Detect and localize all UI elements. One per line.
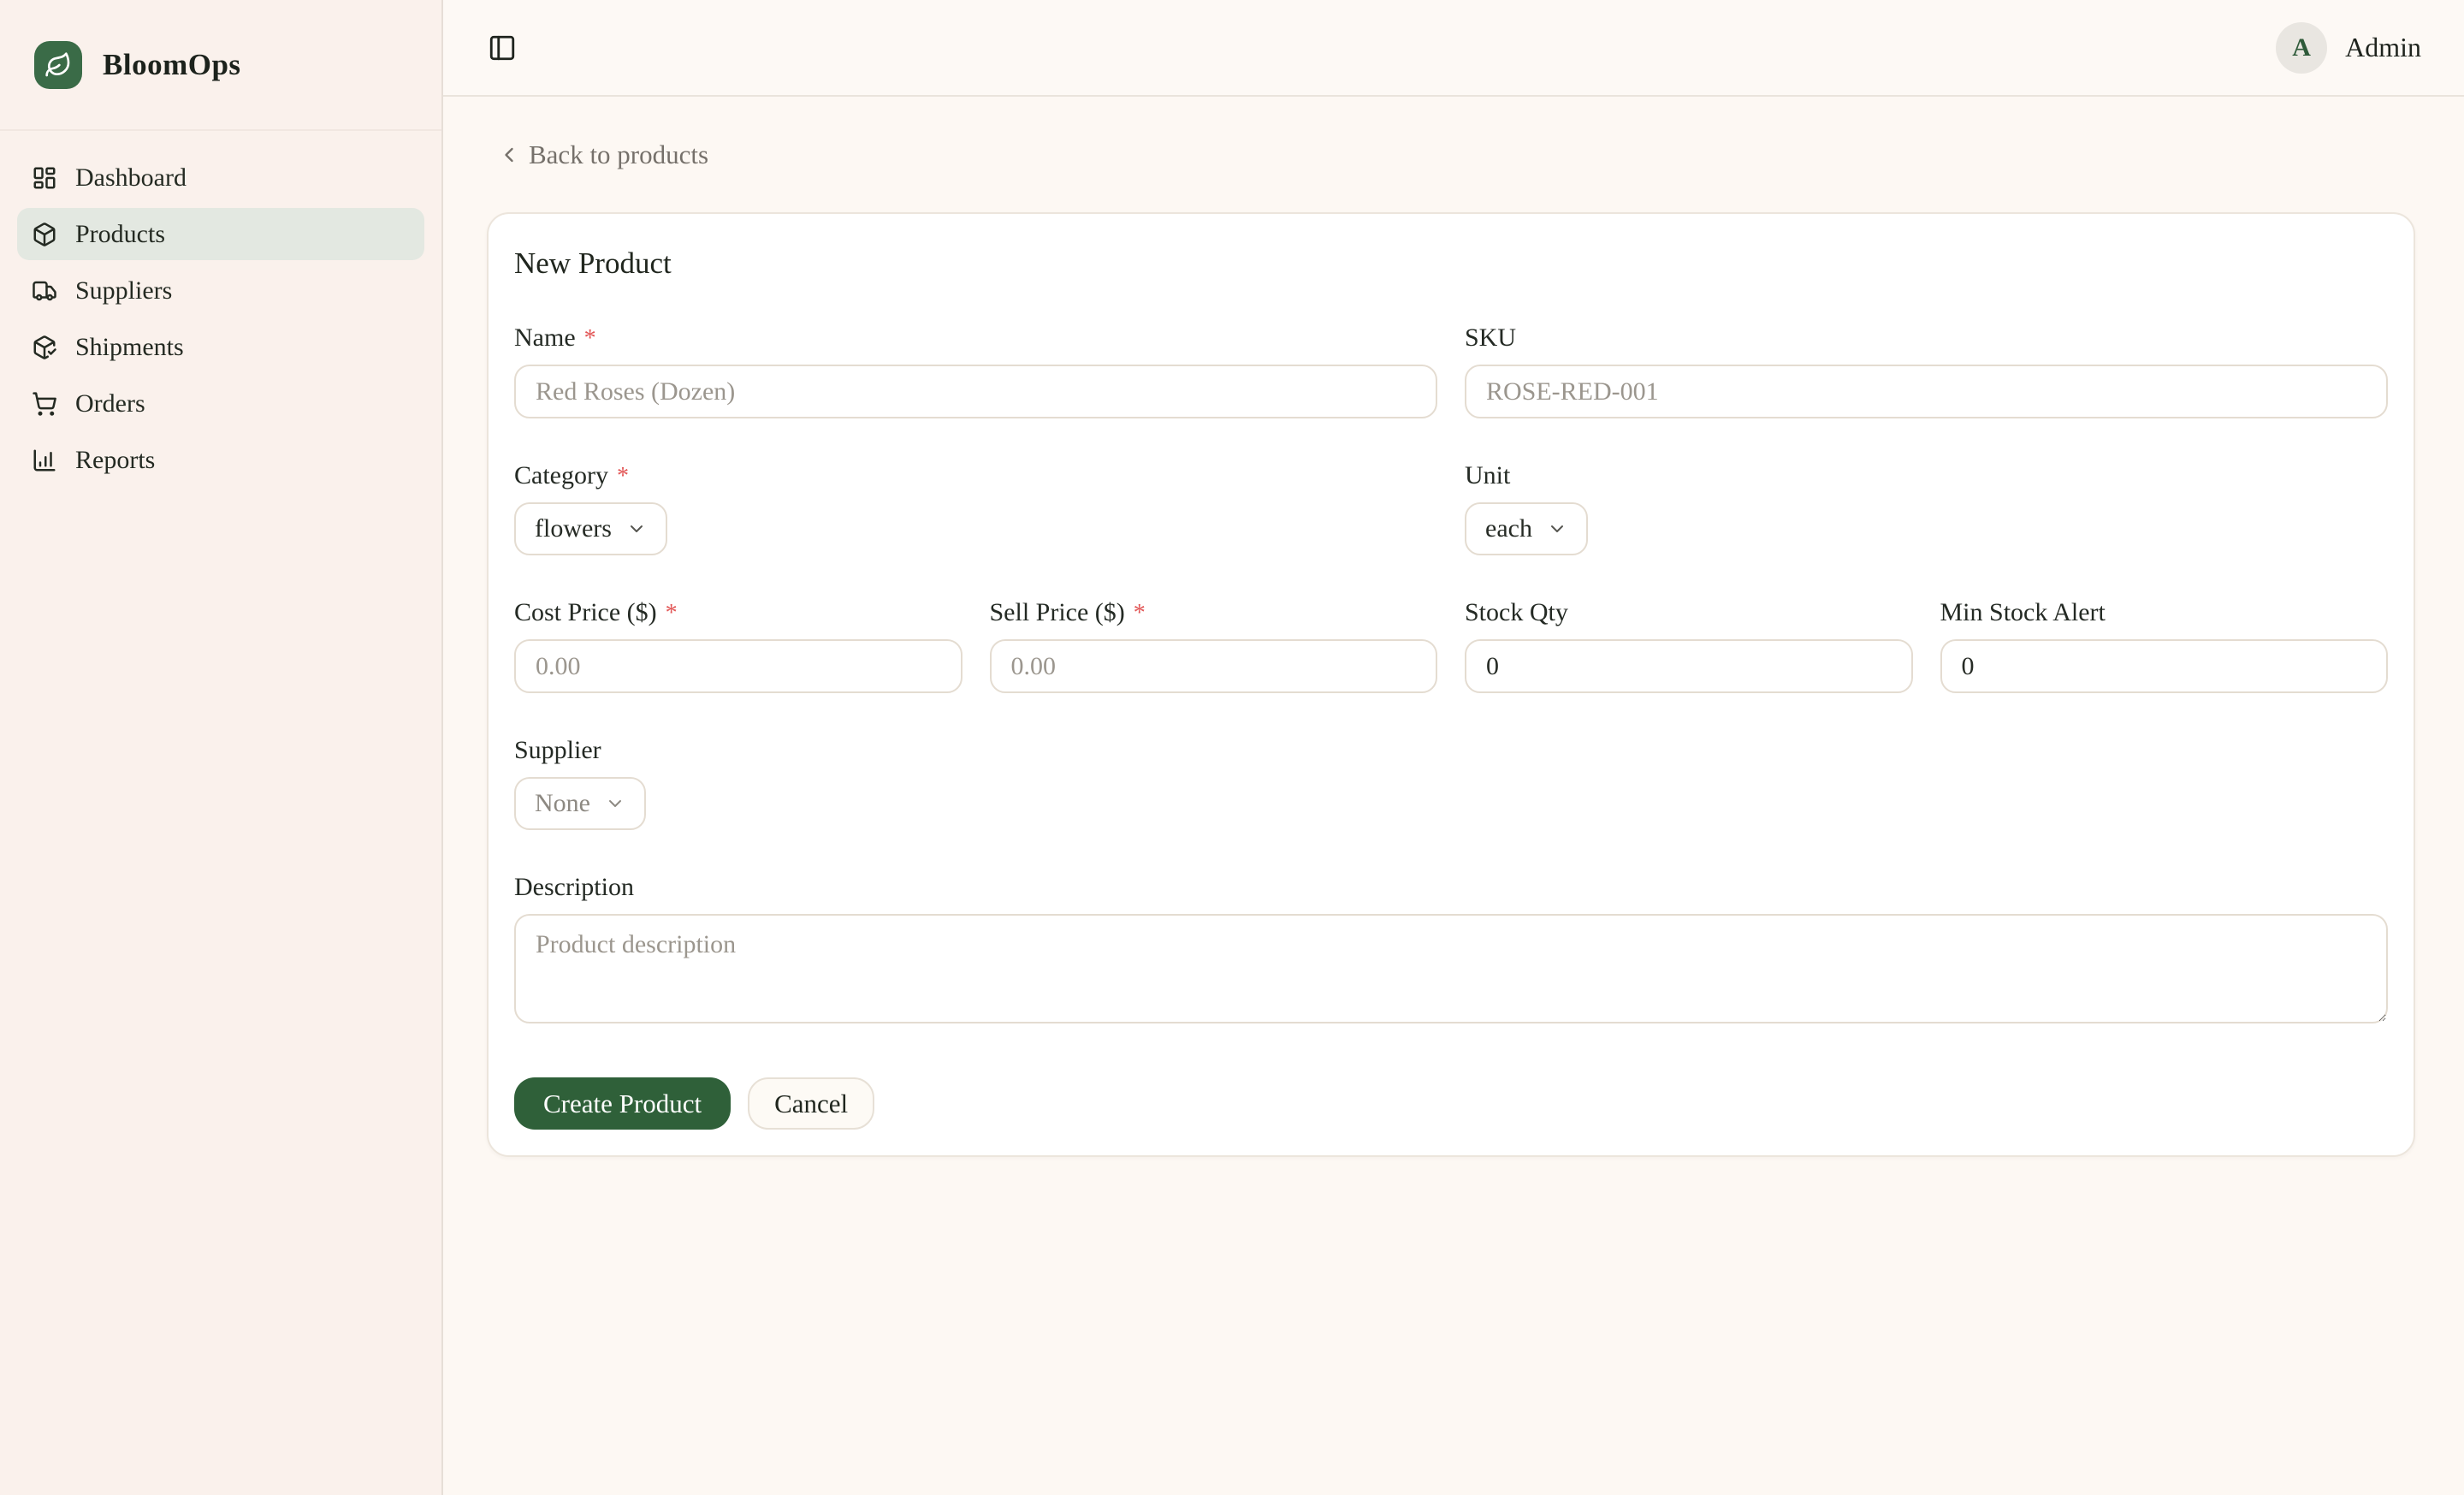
name-label: Name * <box>514 323 1437 353</box>
description-textarea[interactable] <box>514 914 2388 1023</box>
sku-input[interactable] <box>1465 365 2388 418</box>
new-product-form: Name * SKU Category <box>514 323 2388 1130</box>
category-select[interactable]: flowers <box>514 502 667 555</box>
name-input[interactable] <box>514 365 1437 418</box>
sku-label: SKU <box>1465 323 2388 353</box>
required-marker: * <box>1134 600 1146 627</box>
page-title: New Product <box>514 246 2388 281</box>
topbar: A Admin <box>443 0 2464 97</box>
chevron-down-icon <box>626 519 647 539</box>
create-product-button[interactable]: Create Product <box>514 1077 731 1130</box>
cost-price-input[interactable] <box>514 639 962 693</box>
cancel-button[interactable]: Cancel <box>748 1077 874 1130</box>
user-name: Admin <box>2345 32 2421 63</box>
main-column: A Admin Back to products New Product Nam… <box>443 0 2464 1495</box>
field-category: Category * flowers <box>514 461 1437 555</box>
panel-left-icon <box>488 33 517 62</box>
stock-qty-label: Stock Qty <box>1465 598 1913 627</box>
sell-price-input[interactable] <box>990 639 1438 693</box>
brand-logo <box>34 41 82 89</box>
min-stock-alert-input[interactable] <box>1940 639 2389 693</box>
package-check-icon <box>32 335 57 360</box>
dashboard-icon <box>32 165 57 191</box>
back-link-label: Back to products <box>529 139 708 170</box>
sidebar-header: BloomOps <box>0 0 441 131</box>
unit-label: Unit <box>1465 461 2388 490</box>
truck-icon <box>32 278 57 304</box>
app-root: BloomOps Dashboard Products <box>0 0 2464 1495</box>
sidebar-item-suppliers[interactable]: Suppliers <box>17 264 424 317</box>
category-label: Category * <box>514 461 1437 490</box>
field-sku: SKU <box>1465 323 2388 418</box>
avatar: A <box>2276 22 2327 74</box>
package-icon <box>32 222 57 247</box>
supplier-select[interactable]: None <box>514 777 646 830</box>
sidebar-item-label: Products <box>75 220 165 249</box>
sidebar-item-label: Suppliers <box>75 276 172 306</box>
chevron-down-icon <box>605 793 625 814</box>
sidebar-item-products[interactable]: Products <box>17 208 424 260</box>
min-stock-alert-label: Min Stock Alert <box>1940 598 2389 627</box>
bar-chart-icon <box>32 448 57 473</box>
description-label: Description <box>514 873 2388 902</box>
form-actions: Create Product Cancel <box>514 1077 2388 1130</box>
field-supplier: Supplier None <box>514 736 2388 830</box>
category-selected-value: flowers <box>535 514 612 543</box>
field-min-stock-alert: Min Stock Alert <box>1940 598 2389 693</box>
required-marker: * <box>666 600 678 627</box>
required-marker: * <box>584 325 596 353</box>
chevron-down-icon <box>1547 519 1567 539</box>
unit-selected-value: each <box>1485 514 1532 543</box>
field-unit: Unit each <box>1465 461 2388 555</box>
chevron-left-icon <box>497 143 521 167</box>
field-cost-price: Cost Price ($) * <box>514 598 962 693</box>
page-content: Back to products New Product Name * SK <box>443 97 2464 1495</box>
sidebar-item-orders[interactable]: Orders <box>17 377 424 430</box>
sidebar: BloomOps Dashboard Products <box>0 0 443 1495</box>
back-to-products-link[interactable]: Back to products <box>497 139 708 170</box>
sidebar-item-label: Shipments <box>75 333 184 362</box>
shopping-cart-icon <box>32 391 57 417</box>
leaf-icon <box>44 51 72 79</box>
supplier-selected-value: None <box>535 789 590 818</box>
sell-price-label: Sell Price ($) * <box>990 598 1438 627</box>
cost-price-label: Cost Price ($) * <box>514 598 962 627</box>
sidebar-item-label: Dashboard <box>75 163 187 193</box>
sidebar-toggle-button[interactable] <box>488 33 517 62</box>
brand-name: BloomOps <box>103 48 241 82</box>
field-name: Name * <box>514 323 1437 418</box>
sidebar-item-label: Reports <box>75 446 155 475</box>
sidebar-item-label: Orders <box>75 389 145 418</box>
supplier-label: Supplier <box>514 736 2388 765</box>
field-stock-qty: Stock Qty <box>1465 598 1913 693</box>
sidebar-item-dashboard[interactable]: Dashboard <box>17 151 424 204</box>
sidebar-item-reports[interactable]: Reports <box>17 434 424 486</box>
field-sell-price: Sell Price ($) * <box>990 598 1438 693</box>
unit-select[interactable]: each <box>1465 502 1588 555</box>
required-marker: * <box>617 463 629 490</box>
field-description: Description <box>514 873 2388 1028</box>
stock-qty-input[interactable] <box>1465 639 1913 693</box>
sidebar-item-shipments[interactable]: Shipments <box>17 321 424 373</box>
sidebar-nav: Dashboard Products Suppliers <box>0 131 441 507</box>
user-menu[interactable]: A Admin <box>2276 22 2421 74</box>
new-product-card: New Product Name * SKU <box>487 212 2415 1157</box>
